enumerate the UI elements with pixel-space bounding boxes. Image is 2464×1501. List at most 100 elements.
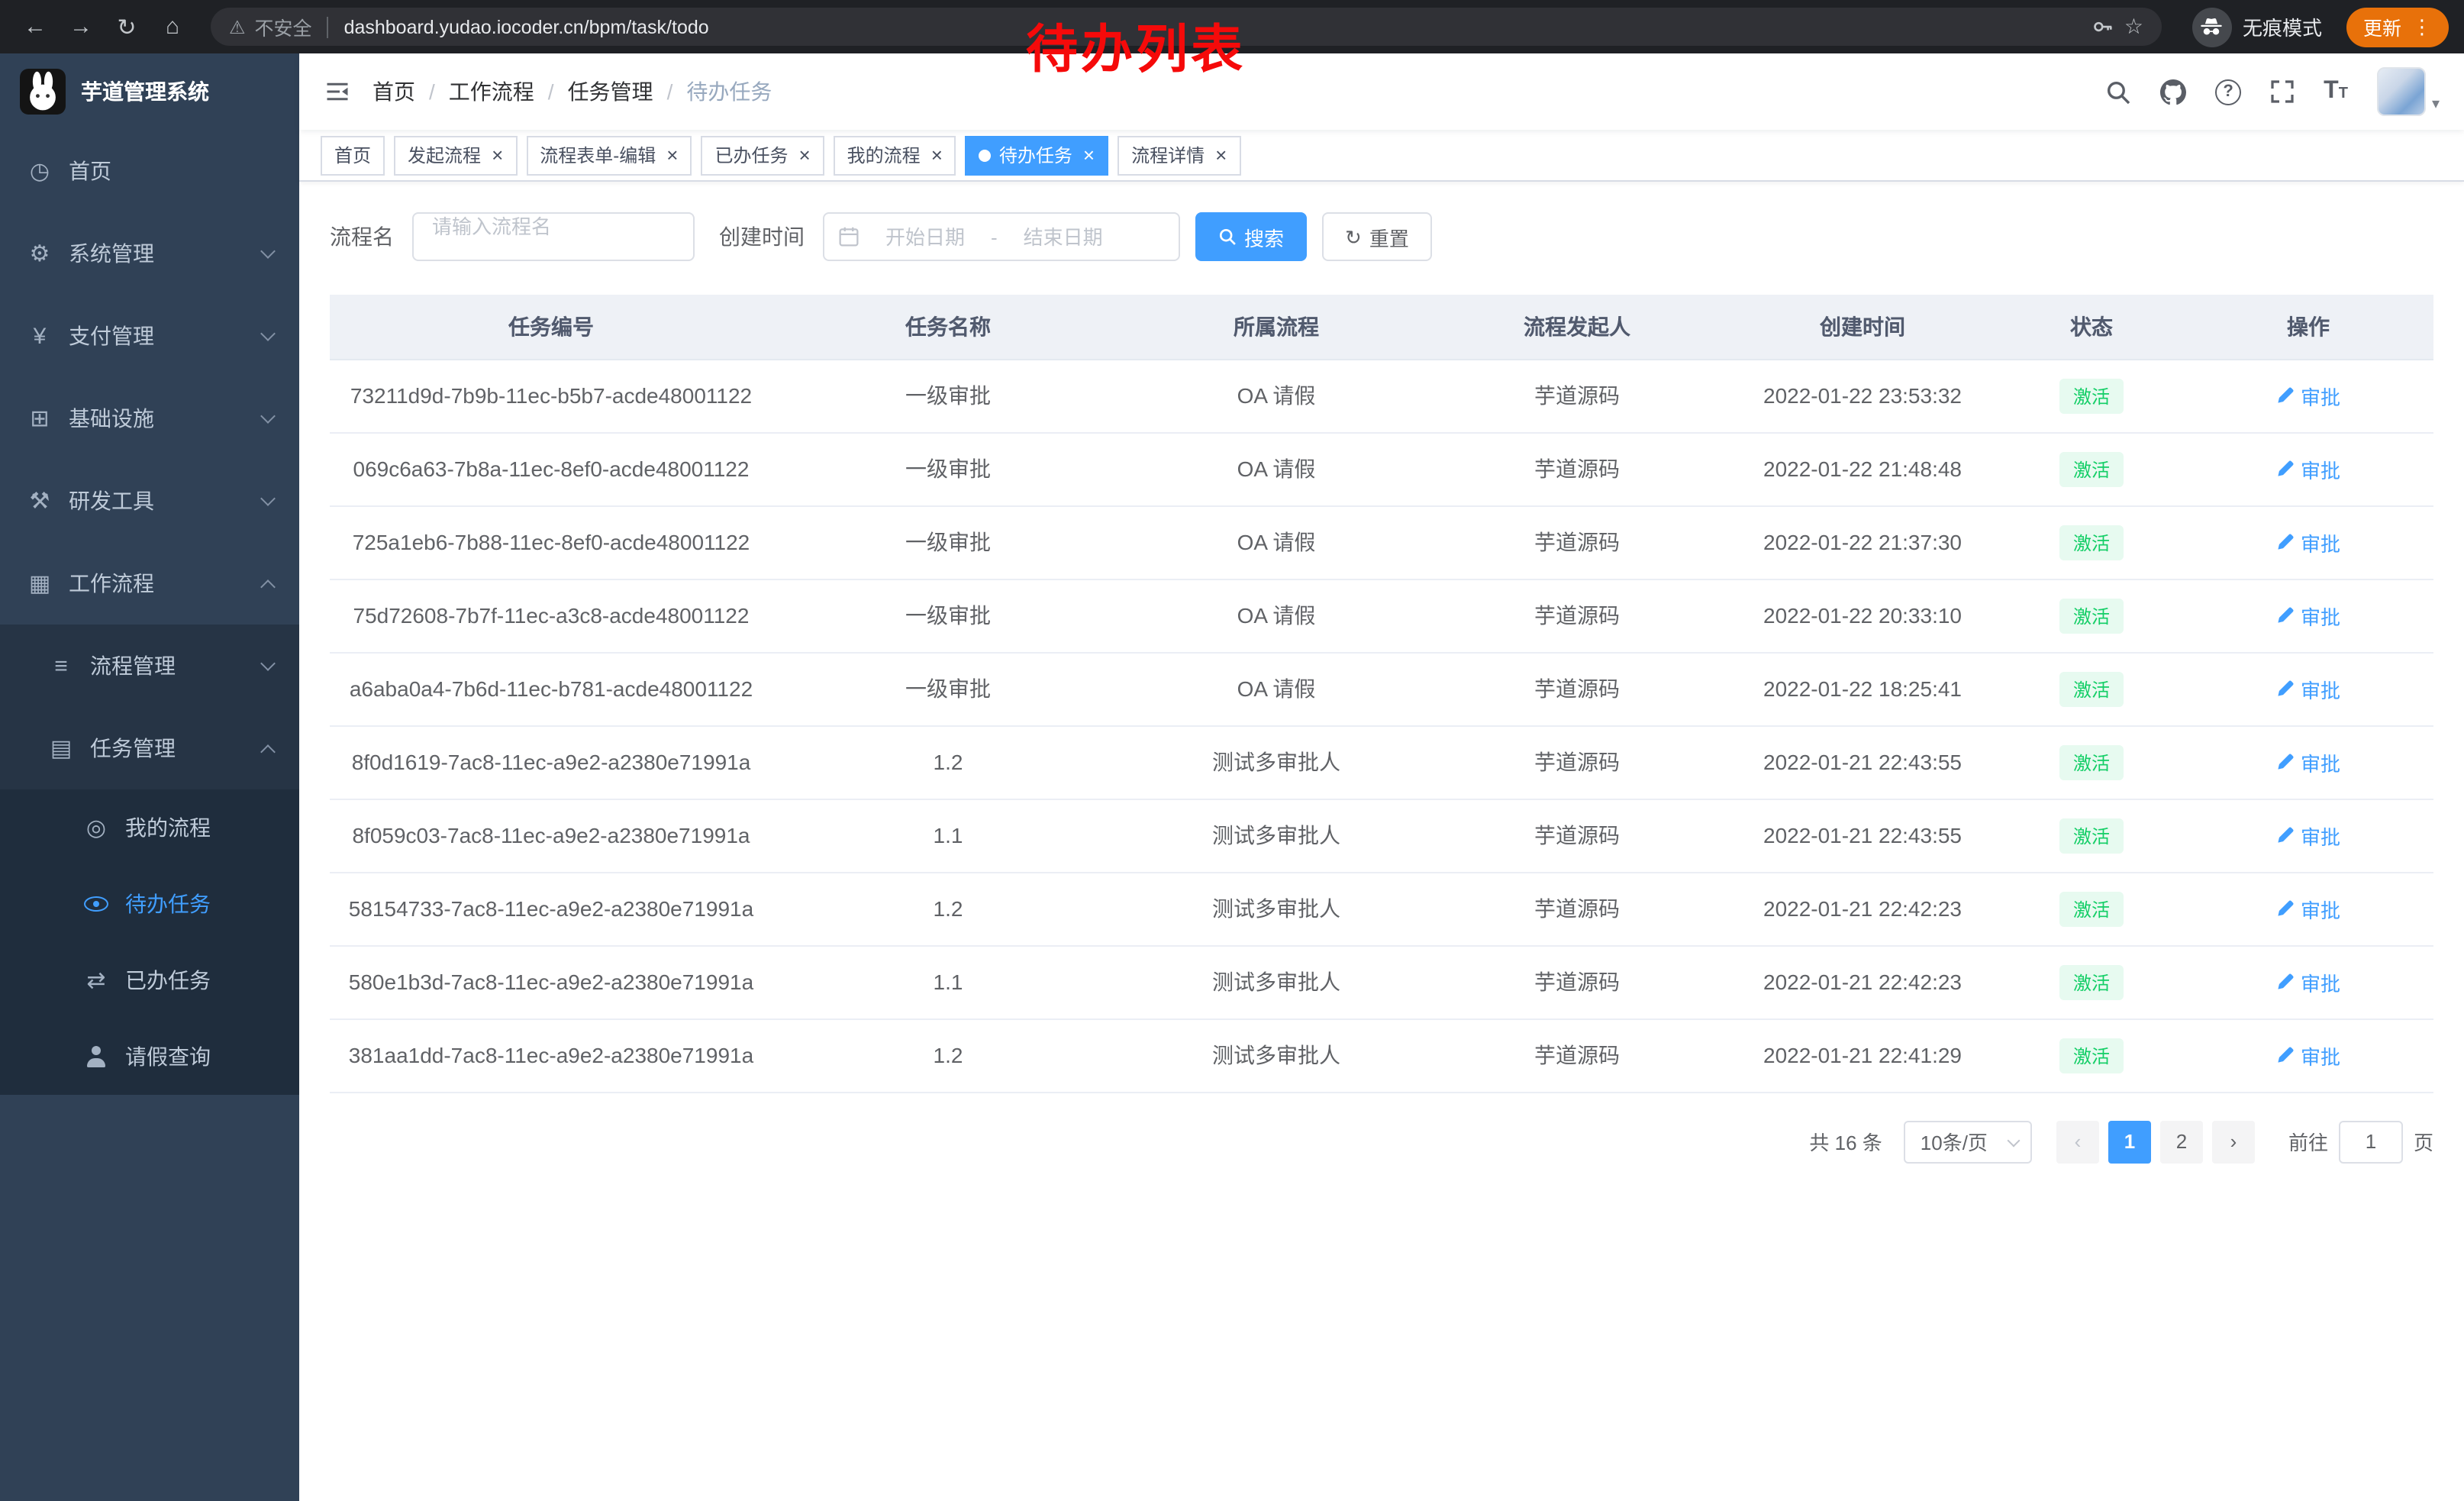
- sidebar-item-done-task[interactable]: ⇄ 已办任务: [0, 942, 299, 1018]
- close-icon[interactable]: ×: [1215, 145, 1227, 165]
- key-icon[interactable]: [2092, 15, 2115, 38]
- tasks-icon: ▤: [47, 734, 75, 762]
- overflow-menu-icon[interactable]: ⋮: [2412, 15, 2432, 39]
- status-badge: 激活: [2059, 671, 2124, 706]
- cell-status: 激活: [2000, 432, 2183, 505]
- cell-starter: 芋道源码: [1429, 725, 1725, 799]
- gear-icon: ⚙: [26, 240, 53, 267]
- search-button[interactable]: 搜索: [1195, 212, 1307, 261]
- approve-button[interactable]: 审批: [2276, 454, 2340, 483]
- reset-button[interactable]: ↻ 重置: [1322, 212, 1432, 261]
- page-size-select[interactable]: 10条/页: [1904, 1120, 2032, 1163]
- help-icon[interactable]: ?: [2215, 79, 2241, 105]
- list-icon: ≡: [47, 653, 75, 679]
- approve-button[interactable]: 审批: [2276, 967, 2340, 996]
- refresh-icon: ↻: [1345, 227, 1362, 247]
- cell-task-name: 一级审批: [772, 432, 1124, 505]
- close-icon[interactable]: ×: [666, 145, 678, 165]
- cell-actions: 审批: [2183, 432, 2433, 505]
- breadcrumb-task-management[interactable]: 任务管理: [568, 76, 653, 107]
- chevron-up-icon: [260, 579, 276, 594]
- sidebar-item-devtools[interactable]: ⚒ 研发工具: [0, 460, 299, 542]
- table-row: 381aa1dd-7ac8-11ec-a9e2-a2380e71991a 1.2…: [330, 1018, 2433, 1092]
- close-icon[interactable]: ×: [931, 145, 943, 165]
- approve-button[interactable]: 审批: [2276, 381, 2340, 410]
- process-name-field[interactable]: [432, 215, 675, 238]
- sidebar-item-my-process[interactable]: ◎ 我的流程: [0, 789, 299, 866]
- search-icon[interactable]: [2105, 79, 2131, 105]
- avatar-image: [2377, 67, 2426, 116]
- security-label: 不安全: [255, 12, 312, 41]
- approve-button[interactable]: 审批: [2276, 528, 2340, 557]
- sidebar-item-leave-query[interactable]: 请假查询: [0, 1018, 299, 1095]
- date-range-picker[interactable]: -: [823, 212, 1180, 261]
- sidebar-item-infrastructure[interactable]: ⊞ 基础设施: [0, 377, 299, 460]
- url-bar[interactable]: ⚠ 不安全 dashboard.yudao.iocoder.cn/bpm/tas…: [211, 8, 2162, 46]
- create-time-label: 创建时间: [719, 221, 805, 252]
- page-button-2[interactable]: 2: [2160, 1120, 2203, 1163]
- cell-created: 2022-01-22 18:25:41: [1725, 652, 2000, 725]
- breadcrumb-home[interactable]: 首页: [373, 76, 415, 107]
- approve-button[interactable]: 审批: [2276, 747, 2340, 776]
- update-button[interactable]: 更新 ⋮: [2346, 7, 2449, 47]
- process-name-input[interactable]: [412, 212, 695, 261]
- app-logo[interactable]: 芋道管理系统: [0, 53, 299, 130]
- sidebar-item-process-management[interactable]: ≡ 流程管理: [0, 625, 299, 707]
- tab-done-task[interactable]: 已办任务×: [701, 135, 824, 175]
- update-label: 更新: [2363, 12, 2401, 41]
- font-size-icon[interactable]: TT: [2324, 79, 2348, 104]
- tab-home[interactable]: 首页: [321, 135, 385, 175]
- table-row: 8f0d1619-7ac8-11ec-a9e2-a2380e71991a 1.2…: [330, 725, 2433, 799]
- cell-status: 激活: [2000, 945, 2183, 1018]
- github-icon[interactable]: [2160, 79, 2186, 105]
- cell-task-name: 1.2: [772, 872, 1124, 945]
- tab-todo-task[interactable]: 待办任务×: [966, 135, 1108, 175]
- cell-starter: 芋道源码: [1429, 872, 1725, 945]
- tab-start-process[interactable]: 发起流程×: [394, 135, 517, 175]
- approve-button[interactable]: 审批: [2276, 821, 2340, 850]
- sidebar-item-system[interactable]: ⚙ 系统管理: [0, 212, 299, 295]
- fullscreen-icon[interactable]: [2270, 79, 2295, 104]
- goto-unit: 页: [2414, 1127, 2433, 1156]
- approve-button[interactable]: 审批: [2276, 674, 2340, 703]
- back-button[interactable]: ←: [15, 7, 55, 47]
- cell-task-id: 381aa1dd-7ac8-11ec-a9e2-a2380e71991a: [330, 1018, 772, 1092]
- prev-page-button[interactable]: ‹: [2056, 1120, 2099, 1163]
- cell-starter: 芋道源码: [1429, 359, 1725, 432]
- start-date-input[interactable]: [867, 225, 983, 248]
- tab-my-process[interactable]: 我的流程×: [834, 135, 956, 175]
- forward-button[interactable]: →: [61, 7, 101, 47]
- tab-process-detail[interactable]: 流程详情×: [1118, 135, 1240, 175]
- cell-created: 2022-01-21 22:43:55: [1725, 799, 2000, 872]
- close-icon[interactable]: ×: [492, 145, 503, 165]
- cell-actions: 审批: [2183, 799, 2433, 872]
- sidebar-item-todo-task[interactable]: 待办任务: [0, 866, 299, 942]
- page-button-1[interactable]: 1: [2108, 1120, 2151, 1163]
- approve-button[interactable]: 审批: [2276, 601, 2340, 630]
- sidebar-item-payment[interactable]: ¥ 支付管理: [0, 295, 299, 377]
- sidebar-item-task-management[interactable]: ▤ 任务管理: [0, 707, 299, 789]
- approve-button[interactable]: 审批: [2276, 1041, 2340, 1070]
- tags-view: 首页 发起流程× 流程表单-编辑× 已办任务× 我的流程× 待办任务×: [299, 130, 2464, 182]
- close-icon[interactable]: ×: [798, 145, 810, 165]
- approve-button[interactable]: 审批: [2276, 894, 2340, 923]
- sidebar-item-workflow[interactable]: ▦ 工作流程: [0, 542, 299, 625]
- next-page-button[interactable]: ›: [2212, 1120, 2255, 1163]
- close-icon[interactable]: ×: [1083, 145, 1095, 165]
- cell-task-name: 一级审批: [772, 579, 1124, 652]
- yen-icon: ¥: [26, 323, 53, 349]
- bookmark-star-icon[interactable]: ☆: [2124, 14, 2143, 40]
- tab-process-form-edit[interactable]: 流程表单-编辑×: [526, 135, 692, 175]
- person-icon: [82, 1046, 110, 1067]
- sidebar-item-home[interactable]: ◷ 首页: [0, 130, 299, 212]
- cell-status: 激活: [2000, 652, 2183, 725]
- sidebar-collapse-icon[interactable]: [324, 78, 351, 105]
- cell-actions: 审批: [2183, 872, 2433, 945]
- user-avatar[interactable]: ▾: [2377, 67, 2440, 116]
- goto-page-input[interactable]: [2339, 1120, 2403, 1163]
- breadcrumb-workflow[interactable]: 工作流程: [449, 76, 534, 107]
- end-date-input[interactable]: [1005, 225, 1121, 248]
- incognito-badge[interactable]: 无痕模式: [2192, 7, 2322, 47]
- reload-button[interactable]: ↻: [107, 7, 147, 47]
- home-button[interactable]: ⌂: [153, 7, 192, 47]
